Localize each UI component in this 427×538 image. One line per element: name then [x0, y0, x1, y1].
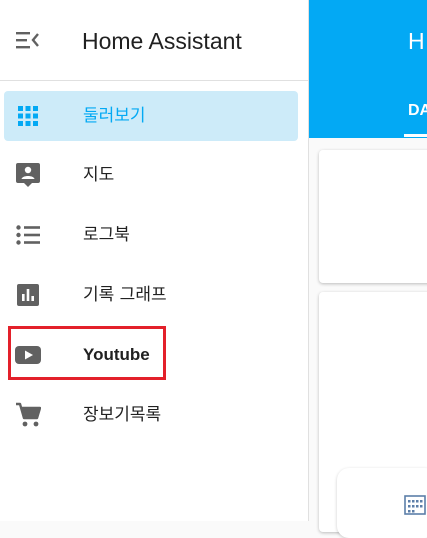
sidebar-item-overview[interactable]: 둘러보기: [0, 91, 308, 141]
sidebar-item-label: 지도: [83, 165, 115, 185]
menu-collapse-icon[interactable]: [14, 28, 42, 52]
sidebar-item-label: 로그북: [83, 225, 130, 245]
account-box-map-icon: [14, 161, 42, 189]
format-list-bulleted-icon: [14, 221, 42, 249]
tab-dashboard[interactable]: DA: [408, 100, 427, 122]
app-title: Home Assistant: [82, 28, 242, 54]
dashboard-grid-icon: [14, 102, 42, 130]
sidebar-item-logbook[interactable]: 로그북: [0, 210, 308, 260]
sidebar-item-label: 둘러보기: [83, 106, 146, 126]
sidebar-item-label: 장보기목록: [83, 405, 162, 425]
calendar-icon: [404, 494, 426, 516]
dashboard-card: [319, 150, 427, 283]
active-tab-indicator: [404, 134, 427, 137]
sidebar-item-history[interactable]: 기록 그래프: [0, 270, 308, 320]
sidebar-header: Home Assistant: [0, 0, 308, 81]
annotation-highlight-box: [8, 326, 166, 380]
main-toolbar: H DA: [309, 0, 427, 138]
sidebar: Home Assistant 둘러보기 지도 로그북 기록 그래프 Youtub…: [0, 0, 309, 521]
main-content: [309, 138, 427, 532]
chart-box-icon: [14, 281, 42, 309]
sidebar-item-map[interactable]: 지도: [0, 150, 308, 200]
cart-icon: [14, 401, 42, 429]
active-item-background: [4, 91, 298, 141]
page-title: H: [408, 28, 425, 54]
sidebar-item-label: 기록 그래프: [83, 285, 167, 305]
sidebar-item-shopping-list[interactable]: 장보기목록: [0, 390, 308, 440]
